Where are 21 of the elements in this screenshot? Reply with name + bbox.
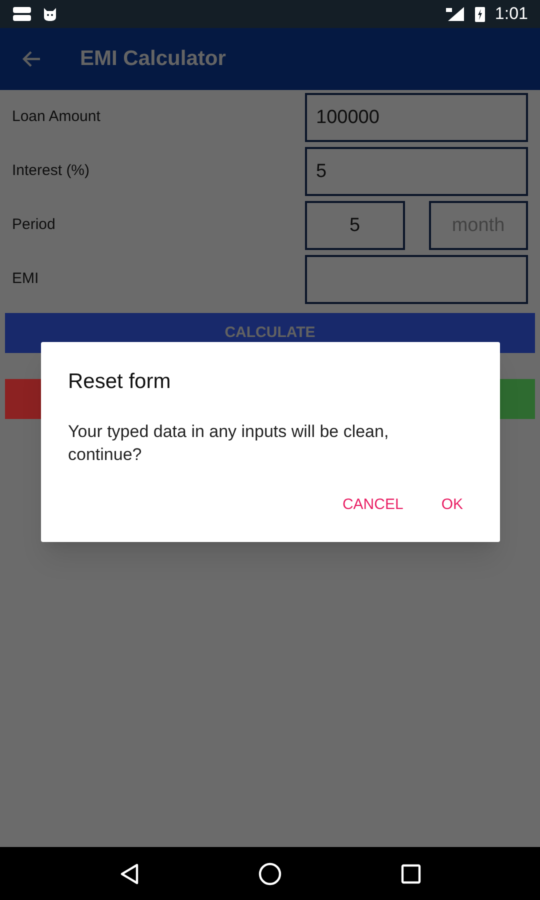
field-label: Loan Amount [12, 107, 102, 128]
dialog-button[interactable]: OK [431, 488, 473, 522]
home-icon[interactable] [258, 862, 282, 886]
dialog-message: Your typed data in any inputs will be clean, continue? [68, 420, 390, 466]
cat-icon [42, 6, 58, 22]
recents-icon[interactable] [400, 864, 421, 884]
field-label: EMI [12, 269, 40, 290]
field-label: Period [12, 215, 56, 236]
input-field[interactable]: 100000 [305, 93, 528, 142]
input-field[interactable]: 5 [305, 201, 404, 250]
status-time: 1:01 [494, 3, 528, 26]
app-title: EMI Calculator [80, 46, 226, 72]
field-label: Interest (%) [12, 161, 91, 182]
app-logo-icon [12, 6, 32, 22]
back-icon[interactable] [119, 862, 140, 884]
dialog-title: Reset form [68, 369, 171, 395]
input-field[interactable] [305, 255, 528, 304]
battery-icon [474, 6, 485, 22]
signal-icon [444, 6, 465, 22]
dialog-button[interactable]: CANCEL [332, 488, 414, 522]
input-field[interactable]: 5 [305, 147, 528, 196]
